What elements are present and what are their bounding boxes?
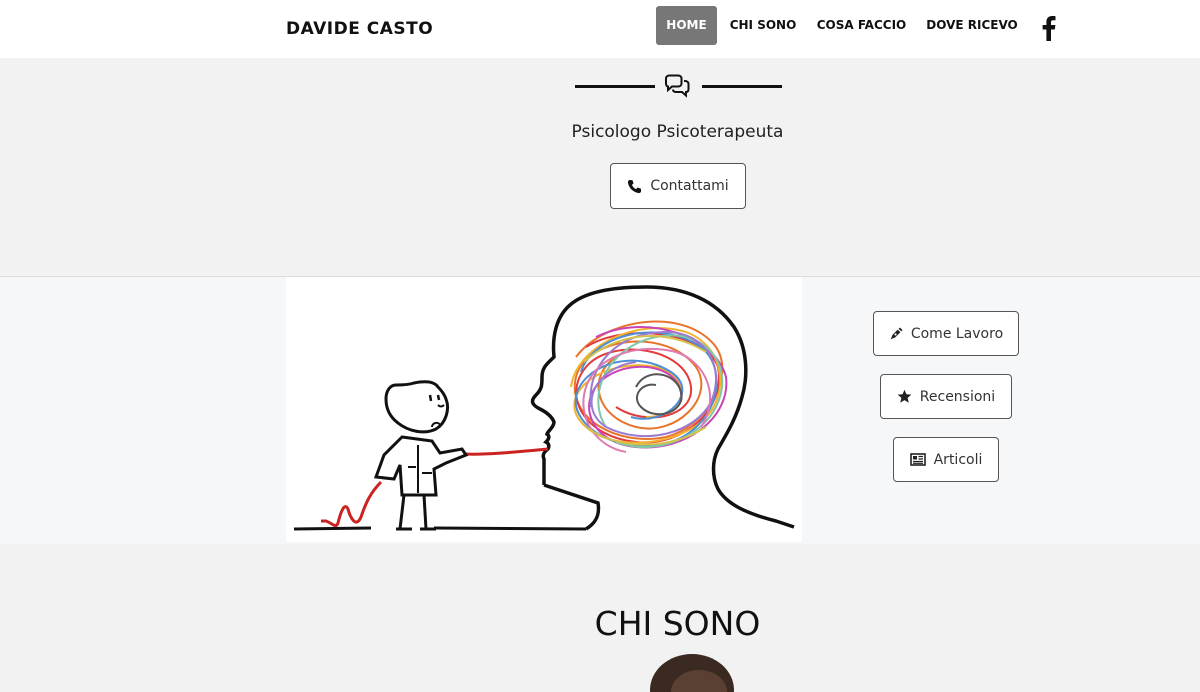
hero-subtitle: Psicologo Psicoterapeuta [571, 122, 784, 142]
come-lavoro-button[interactable]: Come Lavoro [873, 311, 1019, 356]
star-icon [897, 389, 912, 403]
nav-home[interactable]: HOME [656, 6, 717, 45]
divider-left [575, 85, 655, 88]
phone-icon [628, 179, 642, 193]
articoli-button[interactable]: Articoli [893, 437, 999, 482]
navbar: DAVIDE CASTO HOME CHI SONO COSA FACCIO D… [0, 0, 1200, 58]
recensioni-button[interactable]: Recensioni [880, 374, 1012, 419]
nav-dove-ricevo[interactable]: DOVE RICEVO [924, 6, 1020, 45]
newspaper-icon [909, 453, 926, 466]
come-lavoro-label: Come Lavoro [910, 325, 1004, 342]
recensioni-label: Recensioni [919, 388, 996, 405]
hero-section: Psicologo Psicoterapeuta Contattami [0, 58, 1200, 276]
nav-chi-sono[interactable]: CHI SONO [727, 6, 799, 45]
divider-right [702, 85, 782, 88]
nav-cosa-faccio[interactable]: COSA FACCIO [814, 6, 909, 45]
facebook-icon[interactable] [1039, 15, 1057, 41]
brand-logo[interactable]: DAVIDE CASTO [286, 19, 433, 39]
therapist-illustration [286, 277, 802, 542]
chi-sono-heading: CHI SONO [594, 604, 761, 643]
pen-icon [890, 326, 903, 339]
portrait-photo [650, 654, 734, 692]
articoli-label: Articoli [933, 451, 983, 468]
contact-button[interactable]: Contattami [610, 163, 746, 209]
services-section: Come Lavoro Recensioni Articoli [0, 277, 1200, 544]
comments-icon [665, 74, 690, 98]
contact-button-label: Contattami [650, 178, 729, 194]
